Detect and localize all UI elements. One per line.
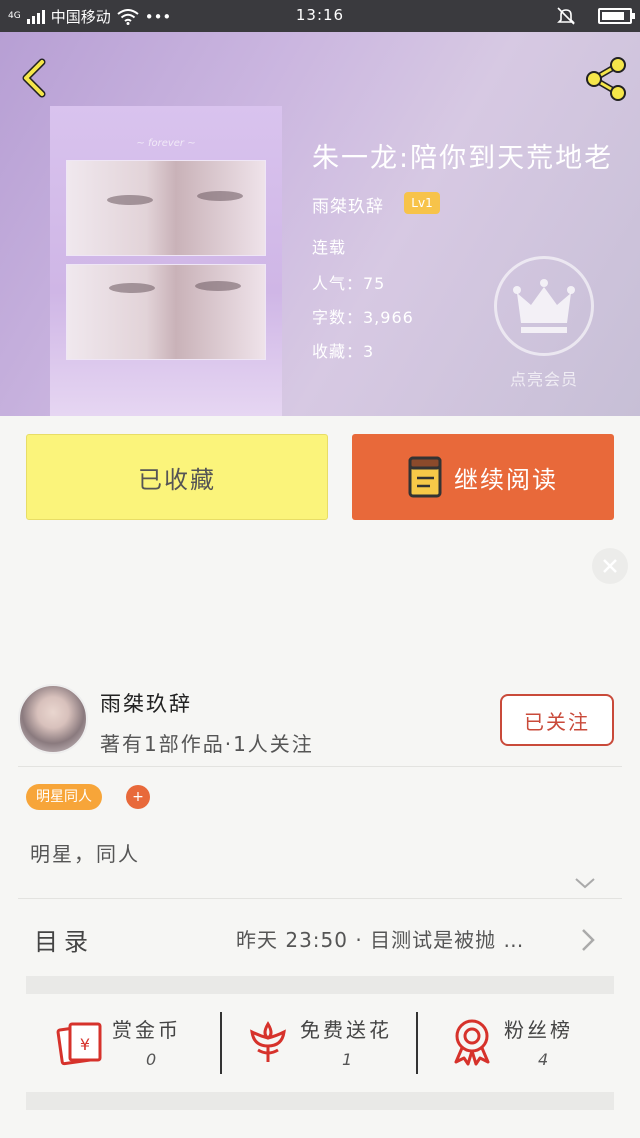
send-flowers[interactable]: 免费送花 1 <box>244 1010 414 1076</box>
author-stats: 著有1部作品·1人关注 <box>100 732 314 756</box>
cover-photo-top <box>66 160 266 256</box>
author-name[interactable]: 雨桀玖辞 <box>100 688 192 718</box>
divider <box>18 766 622 767</box>
book-author[interactable]: 雨桀玖辞 <box>312 192 384 217</box>
divider <box>18 898 622 899</box>
tags-text: 明星，同人 <box>30 842 140 866</box>
fans-ranking-label: 粉丝榜 <box>504 1018 573 1042</box>
mute-bell-icon <box>557 7 575 25</box>
send-flowers-label: 免费送花 <box>300 1018 392 1042</box>
chevron-right-icon[interactable] <box>578 928 598 952</box>
tag-pill[interactable]: 明星同人 <box>26 784 102 810</box>
book-cover[interactable]: ~ forever ~ <box>50 106 282 416</box>
svg-text:¥: ¥ <box>80 1035 90 1054</box>
level-badge: Lv1 <box>404 192 440 214</box>
toc-label[interactable]: 目录 <box>34 922 94 957</box>
author-avatar[interactable] <box>18 684 88 754</box>
reward-coins[interactable]: ¥ 赏金币 0 <box>56 1010 206 1076</box>
next-section-peek <box>26 1126 614 1138</box>
clock: 13:16 <box>295 6 345 24</box>
send-flowers-value: 1 <box>342 1050 353 1069</box>
cover-photo-bottom <box>66 264 266 360</box>
fans-ranking-value: 4 <box>538 1050 549 1069</box>
favorited-button[interactable]: 已收藏 <box>26 434 328 520</box>
reward-coins-label: 赏金币 <box>112 1018 181 1042</box>
book-title: 朱一龙:陪你到天荒地老 <box>312 143 614 174</box>
popularity: 人气：75 <box>312 274 386 293</box>
serial-status: 连载 <box>312 238 347 257</box>
close-ad-button[interactable] <box>592 548 628 584</box>
red-envelope-icon: ¥ <box>56 1022 102 1066</box>
cover-tagline: ~ forever ~ <box>136 138 196 149</box>
close-icon <box>603 559 617 573</box>
battery-icon <box>598 8 635 24</box>
fans-ranking[interactable]: 粉丝榜 4 <box>448 1010 598 1076</box>
divider <box>416 1012 418 1074</box>
vip-button[interactable] <box>494 256 594 356</box>
add-tag-button[interactable]: + <box>126 785 150 809</box>
flower-icon <box>250 1021 286 1062</box>
word-count: 字数：3,966 <box>312 308 414 327</box>
continue-reading-button[interactable]: 继续阅读 <box>352 434 614 520</box>
vip-label[interactable]: 点亮会员 <box>498 366 590 390</box>
reward-coins-value: 0 <box>146 1050 157 1069</box>
toc-latest-chapter[interactable]: 昨天 23:50 · 目测试是被抛 … <box>236 924 566 953</box>
divider <box>220 1012 222 1074</box>
chevron-left-icon[interactable] <box>16 58 56 98</box>
continue-reading-label: 继续阅读 <box>454 465 558 494</box>
medal-icon <box>454 1019 490 1066</box>
crown-icon <box>513 279 575 333</box>
favorite-count: 收藏：3 <box>312 342 375 361</box>
book-header: ~ forever ~ 朱一龙:陪你到天荒地老 雨桀玖辞 Lv1 连载 人气：7… <box>0 32 640 416</box>
share-icon[interactable] <box>580 54 630 104</box>
follow-button[interactable]: 已关注 <box>500 694 614 746</box>
section-separator <box>26 976 614 994</box>
status-bar: 4G 中国移动 ••• 13:16 <box>0 0 640 32</box>
chevron-down-icon[interactable] <box>574 872 596 894</box>
book-icon <box>408 456 442 498</box>
section-separator <box>26 1092 614 1110</box>
